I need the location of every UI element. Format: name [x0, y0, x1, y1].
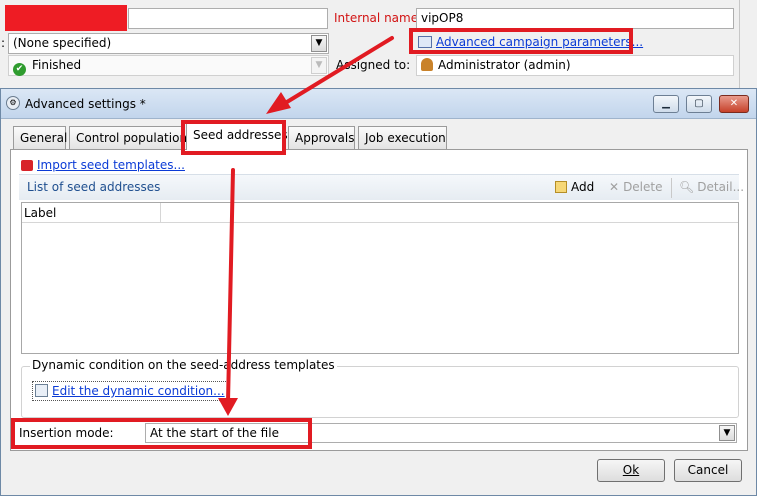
assigned-to-value: Administrator (admin): [438, 58, 571, 72]
column-divider[interactable]: [160, 203, 161, 223]
redacted-area: [5, 5, 127, 31]
advanced-settings-dialog: ⚙ Advanced settings * ▁ ▢ ✕ General Cont…: [0, 88, 757, 496]
internal-name-value: vipOP8: [421, 11, 464, 25]
tab-job-execution-label: Job execution: [365, 131, 446, 145]
annotation-box-seed-tab: [181, 120, 286, 155]
column-header-label[interactable]: Label: [24, 206, 56, 220]
cancel-label: Cancel: [687, 463, 729, 477]
chevron-down-icon: ▼: [311, 57, 327, 74]
condition-icon: [35, 384, 48, 397]
detail-label: Detail...: [697, 180, 745, 194]
annotation-box-params: [409, 28, 633, 54]
chevron-down-icon[interactable]: ▼: [719, 425, 735, 441]
tab-approvals-label: Approvals: [295, 131, 355, 145]
tab-general-label: General: [20, 131, 68, 145]
tab-job-execution[interactable]: Job execution: [358, 126, 447, 149]
ok-label: Ok: [622, 463, 640, 477]
chevron-down-icon[interactable]: ▼: [311, 35, 327, 52]
internal-name-field[interactable]: vipOP8: [416, 8, 734, 29]
annotation-box-insertion: [11, 418, 312, 449]
seed-addresses-panel: Import seed templates... List of seed ad…: [10, 149, 748, 451]
status-combo: ✔ Finished ▼: [8, 55, 329, 76]
edit-dynamic-condition-link[interactable]: Edit the dynamic condition...: [52, 384, 225, 398]
nature-combo[interactable]: (None specified) ▼: [8, 33, 329, 54]
minimize-icon[interactable]: ▁: [653, 95, 679, 113]
divider: [739, 0, 740, 88]
detail-icon: 🔍︎: [679, 180, 695, 194]
toolbar-divider: [671, 178, 672, 198]
user-icon: [421, 58, 433, 71]
dialog-titlebar[interactable]: ⚙ Advanced settings * ▁ ▢ ✕: [1, 89, 756, 119]
dialog-title: Advanced settings *: [25, 97, 146, 111]
grid-header: Label: [22, 203, 738, 223]
tab-control-population[interactable]: Control population: [69, 126, 188, 149]
close-icon[interactable]: ✕: [719, 95, 749, 113]
tab-control-population-label: Control population: [76, 131, 188, 145]
ok-button[interactable]: Ok: [597, 459, 665, 482]
add-button[interactable]: Add: [555, 180, 594, 194]
check-icon: ✔: [13, 63, 26, 76]
maximize-icon[interactable]: ▢: [686, 95, 712, 113]
nature-combo-value: (None specified): [13, 36, 112, 50]
assigned-to-label: Assigned to:: [336, 58, 411, 72]
left-combo-prefix: :: [1, 36, 6, 50]
import-icon: [21, 160, 33, 171]
import-seed-templates-link[interactable]: Import seed templates...: [37, 158, 185, 172]
add-label: Add: [571, 180, 595, 194]
status-value: Finished: [32, 58, 82, 72]
dynamic-condition-group: Dynamic condition on the seed-address te…: [21, 358, 739, 418]
seed-list-header: List of seed addresses Add ✕ Delete 🔍︎ Det…: [19, 174, 744, 200]
delete-label: Delete: [623, 180, 663, 194]
tab-general[interactable]: General: [13, 126, 68, 149]
import-row[interactable]: Import seed templates...: [21, 158, 185, 172]
delete-icon: ✕: [609, 180, 620, 194]
internal-name-label: Internal name:: [334, 11, 423, 25]
detail-button[interactable]: 🔍︎ Detail...: [679, 180, 744, 194]
cancel-button[interactable]: Cancel: [674, 459, 742, 482]
delete-button[interactable]: ✕ Delete: [609, 180, 663, 194]
label-field[interactable]: [128, 8, 328, 29]
settings-icon: ⚙: [6, 96, 20, 110]
tab-approvals[interactable]: Approvals: [288, 126, 355, 149]
edit-dynamic-condition-row[interactable]: Edit the dynamic condition...: [32, 381, 228, 401]
dynamic-condition-title: Dynamic condition on the seed-address te…: [30, 358, 337, 372]
seed-address-grid[interactable]: Label: [21, 202, 739, 354]
assigned-to-field[interactable]: Administrator (admin): [416, 55, 734, 76]
list-title: List of seed addresses: [27, 180, 161, 194]
add-icon: [555, 181, 567, 193]
background-form: Internal name: vipOP8 : (None specified)…: [0, 0, 757, 88]
